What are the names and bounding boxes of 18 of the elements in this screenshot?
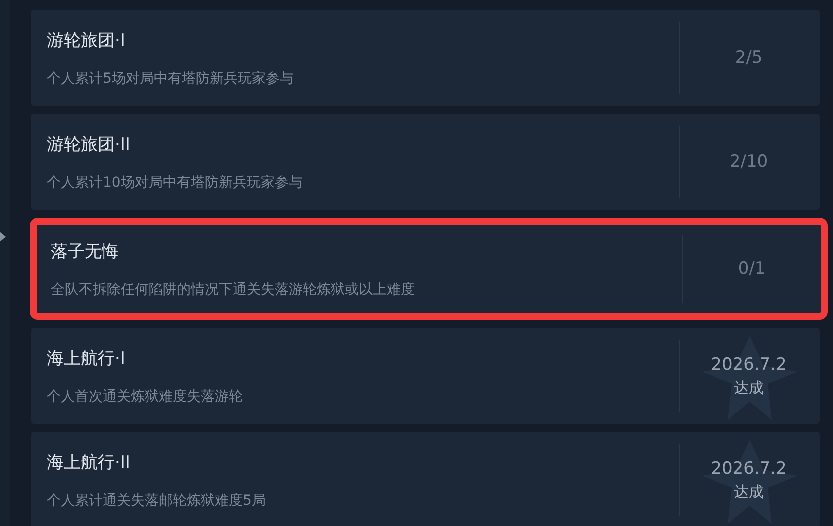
achievement-title: 游轮旅团·II — [47, 134, 132, 156]
achievement-description: 全队不拆除任何陷阱的情况下通关失落游轮炼狱或以上难度 — [51, 280, 416, 298]
achievement-description: 个人累计10场对局中有塔防新兵玩家参与 — [47, 174, 304, 192]
achievement-title: 海上航行·II — [47, 452, 132, 474]
chevron-icon[interactable] — [0, 230, 6, 244]
achievement-description: 个人首次通关炼狱难度失落游轮 — [47, 388, 244, 406]
progress-count: 2/10 — [730, 152, 768, 172]
achievement-title: 海上航行·I — [47, 348, 126, 370]
completion-date: 2026.7.2 — [711, 354, 787, 374]
completion-status: 达成 — [734, 482, 764, 502]
achievement-title: 落子无悔 — [51, 240, 120, 262]
achievement-description: 个人累计通关失落邮轮炼狱难度5局 — [47, 492, 267, 510]
progress-count: 0/1 — [738, 259, 766, 279]
achievement-description: 个人累计5场对局中有塔防新兵玩家参与 — [47, 70, 295, 88]
achievement-title: 游轮旅团·I — [47, 30, 126, 52]
completion-date: 2026.7.2 — [711, 458, 787, 478]
progress-count: 2/5 — [735, 48, 763, 68]
completion-status: 达成 — [734, 378, 764, 398]
